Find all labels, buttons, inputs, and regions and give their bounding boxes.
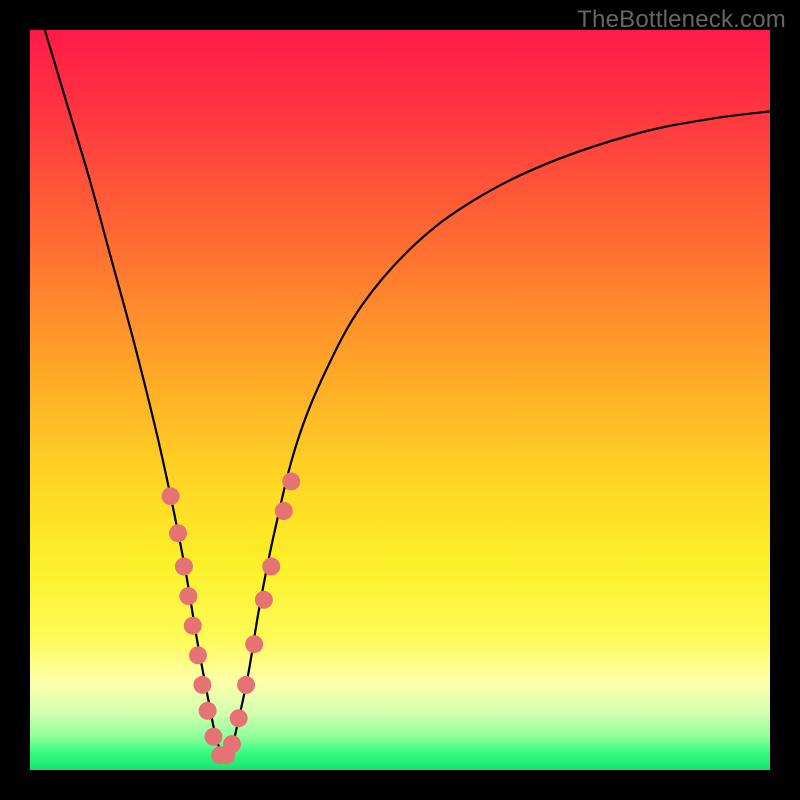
marker-dot [175,558,193,576]
marker-group [162,472,301,764]
marker-dot [184,617,202,635]
plot-area [30,30,770,770]
marker-dot [237,676,255,694]
marker-dot [179,587,197,605]
marker-dot [169,524,187,542]
outer-frame: TheBottleneck.com [0,0,800,800]
marker-dot [205,728,223,746]
marker-dot [245,635,263,653]
marker-dot [230,709,248,727]
chart-svg [30,30,770,770]
marker-dot [282,472,300,490]
marker-dot [262,558,280,576]
marker-dot [275,502,293,520]
bottleneck-curve [45,30,770,759]
marker-dot [162,487,180,505]
marker-dot [193,676,211,694]
marker-dot [199,702,217,720]
marker-dot [223,735,241,753]
marker-dot [189,646,207,664]
watermark-text: TheBottleneck.com [577,6,786,34]
marker-dot [255,591,273,609]
